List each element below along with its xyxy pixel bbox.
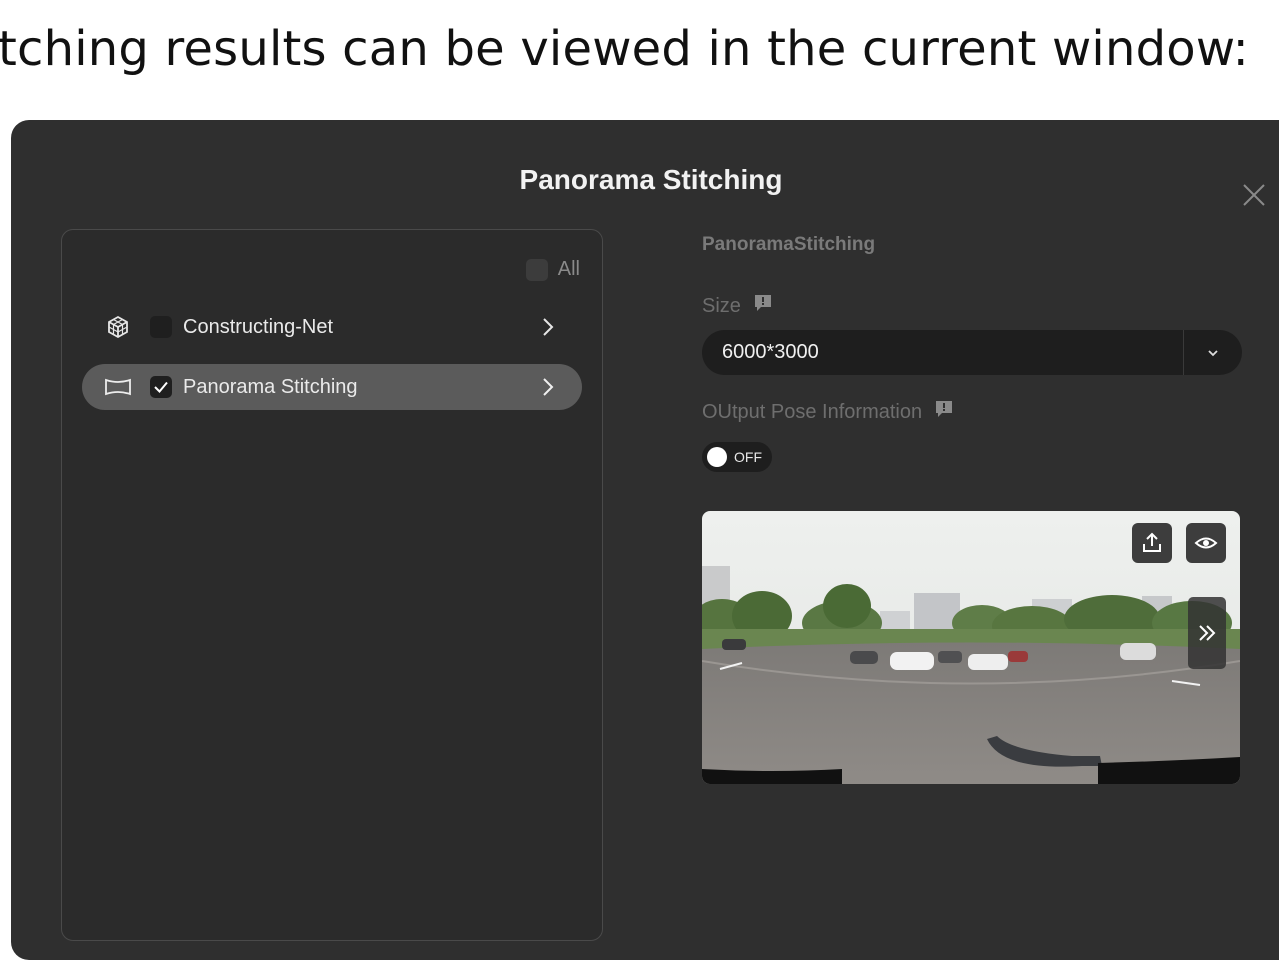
expand-button[interactable]	[1188, 597, 1226, 669]
size-select-value: 6000*3000	[722, 341, 819, 363]
size-label: Size	[702, 293, 773, 319]
size-label-text: Size	[702, 294, 741, 317]
pose-label-text: OUtput Pose Information	[702, 400, 923, 423]
task-item-panorama-stitching[interactable]: Panorama Stitching	[82, 364, 582, 410]
panorama-stitching-dialog: Panorama Stitching All Constructing-Net	[11, 120, 1279, 960]
upload-icon	[1143, 532, 1161, 552]
chevron-down-icon[interactable]	[1184, 348, 1242, 358]
task-checkbox[interactable]	[150, 316, 172, 338]
info-comment-icon[interactable]	[753, 293, 773, 319]
pose-label: OUtput Pose Information	[702, 399, 954, 425]
preview-button[interactable]	[1186, 523, 1226, 563]
pose-toggle[interactable]: OFF	[702, 442, 772, 472]
select-all[interactable]: All	[525, 258, 580, 281]
task-checkbox-checked[interactable]	[150, 376, 172, 398]
export-button[interactable]	[1132, 523, 1172, 563]
close-icon[interactable]	[1241, 182, 1267, 208]
eye-icon	[1194, 537, 1218, 549]
task-list-panel: All Constructing-Net Panorama Stitching	[61, 229, 603, 941]
toggle-text: OFF	[734, 449, 762, 465]
dialog-title: Panorama Stitching	[519, 164, 783, 195]
task-label: Constructing-Net	[183, 315, 334, 338]
panorama-preview[interactable]	[702, 511, 1240, 784]
toggle-knob	[707, 447, 727, 467]
instruction-caption: tching results can be viewed in the curr…	[0, 21, 1250, 77]
select-all-checkbox[interactable]	[525, 258, 548, 281]
section-title: PanoramaStitching	[702, 234, 876, 255]
select-all-label: All	[557, 258, 580, 280]
chevron-right-icon	[538, 376, 558, 398]
chevron-right-icon	[538, 316, 558, 338]
panorama-icon	[102, 374, 134, 400]
info-comment-icon[interactable]	[934, 399, 954, 425]
double-chevron-right-icon	[1199, 625, 1216, 641]
task-item-constructing-net[interactable]: Constructing-Net	[82, 304, 582, 350]
size-select[interactable]: 6000*3000	[702, 330, 1242, 375]
cube-icon	[102, 314, 134, 340]
task-label: Panorama Stitching	[183, 375, 358, 398]
